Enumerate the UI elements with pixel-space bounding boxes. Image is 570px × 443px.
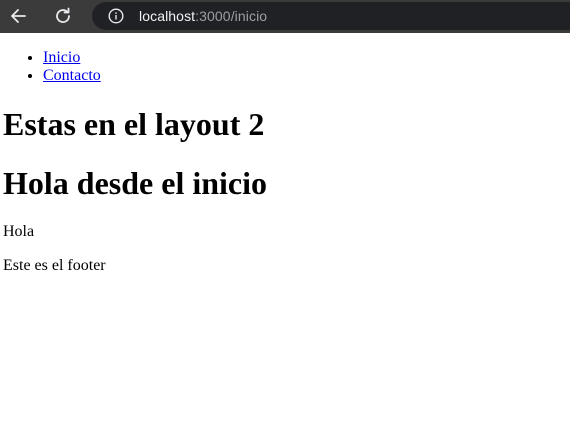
back-arrow-icon: [11, 9, 26, 23]
info-icon[interactable]: [108, 8, 124, 24]
reload-icon: [56, 7, 70, 23]
body-text: Hola: [3, 223, 35, 240]
reload-button[interactable]: [52, 5, 74, 27]
nav-item-inicio: Inicio: [43, 49, 570, 67]
layout-heading: Estas en el layout 2: [3, 106, 265, 142]
url-path: :3000/inicio: [195, 8, 268, 24]
nav-item-contacto: Contacto: [43, 67, 570, 85]
address-bar[interactable]: localhost:3000/inicio: [92, 2, 570, 30]
back-button[interactable]: [8, 5, 30, 27]
url-text[interactable]: localhost:3000/inicio: [139, 8, 267, 24]
page-title: Hola desde el inicio: [3, 165, 267, 201]
page-content: Inicio Contacto Estas en el layout 2 Hol…: [0, 49, 570, 275]
nav-list: Inicio Contacto: [3, 49, 570, 85]
nav-link-contacto[interactable]: Contacto: [43, 67, 101, 84]
url-host: localhost: [139, 8, 196, 24]
footer-text: Este es el footer: [3, 257, 106, 274]
nav-link-inicio[interactable]: Inicio: [43, 49, 80, 66]
browser-toolbar: localhost:3000/inicio: [0, 0, 570, 33]
